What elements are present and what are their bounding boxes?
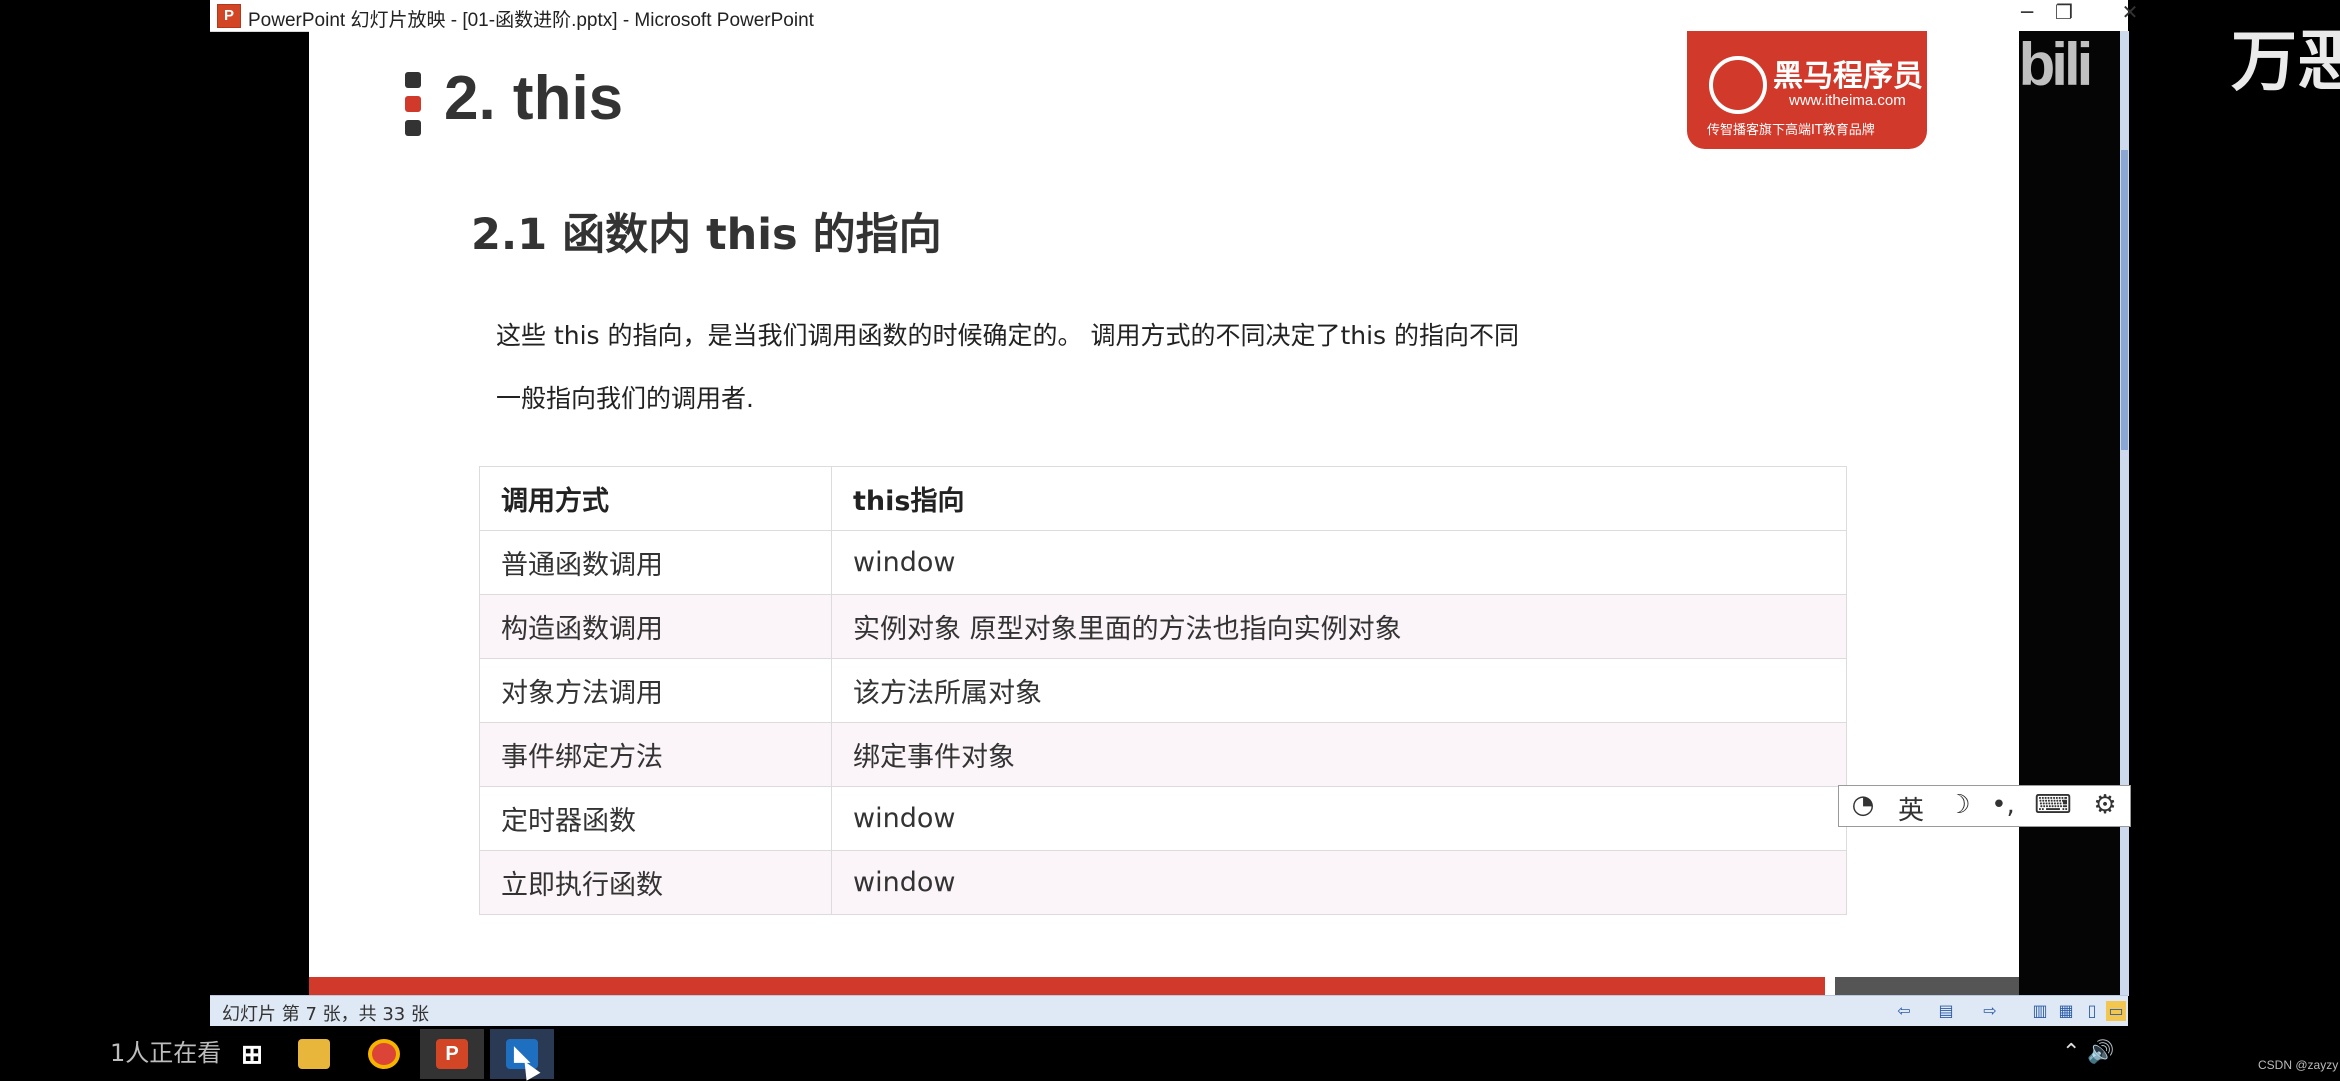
- window-title: PowerPoint 幻灯片放映 - [01-函数进阶.pptx] - Micr…: [248, 10, 814, 31]
- description-paragraph-1: 这些 this 的指向，是当我们调用函数的时候确定的。 调用方式的不同决定了th…: [496, 321, 1520, 350]
- table-row: 构造函数调用 实例对象 原型对象里面的方法也指向实例对象: [479, 594, 1847, 659]
- keyboard-icon[interactable]: ⌨: [2033, 790, 2073, 822]
- scrollbar-thumb[interactable]: [2121, 150, 2128, 450]
- ime-toolbar: ◔ 英 ☽ •, ⌨ ⚙: [1838, 785, 2131, 827]
- table-cell: 绑定事件对象: [831, 722, 1847, 787]
- section-subtitle: 2.1 函数内 this 的指向: [471, 210, 942, 260]
- description-paragraph-2: 一般指向我们的调用者.: [496, 384, 754, 413]
- table-row: 立即执行函数 window: [479, 850, 1847, 915]
- slide-sorter-icon[interactable]: ▦: [2056, 1001, 2076, 1021]
- previous-slide-icon[interactable]: ⇦: [1894, 1001, 1914, 1021]
- table-cell: 对象方法调用: [479, 658, 832, 723]
- slide-footer-red-bar: [309, 977, 1825, 996]
- slideshow-icon[interactable]: ▭: [2106, 1001, 2126, 1021]
- table-cell: 该方法所属对象: [831, 658, 1847, 723]
- table-cell: 立即执行函数: [479, 850, 832, 915]
- ime-logo-icon[interactable]: ◔: [1843, 790, 1883, 822]
- header-this-target: this指向: [831, 466, 1847, 531]
- right-black-strip: [2019, 31, 2120, 996]
- table-header-row: 调用方式 this指向: [479, 466, 1847, 531]
- file-explorer-icon[interactable]: [282, 1029, 346, 1079]
- window-title-bar: P PowerPoint 幻灯片放映 - [01-函数进阶.pptx] - Mi…: [210, 0, 2138, 32]
- close-button[interactable]: ✕: [2100, 0, 2160, 31]
- slide-counter: 幻灯片 第 7 张，共 33 张: [222, 1004, 429, 1025]
- reading-view-icon[interactable]: ▯: [2082, 1001, 2102, 1021]
- normal-view-icon[interactable]: ▥: [2030, 1001, 2050, 1021]
- punctuation-icon[interactable]: •,: [1983, 790, 2023, 822]
- status-bar: 幻灯片 第 7 张，共 33 张 ⇦ ▤ ⇨ ▥ ▦ ▯ ▭: [210, 995, 2128, 1027]
- logo-url: www.itheima.com: [1789, 92, 1906, 109]
- moon-icon[interactable]: ☽: [1939, 790, 1979, 822]
- system-tray[interactable]: ⌃ 🔊: [2062, 1040, 2115, 1065]
- table-cell: 普通函数调用: [479, 530, 832, 595]
- gear-icon[interactable]: ⚙: [2085, 790, 2125, 822]
- table-cell: window: [831, 786, 1847, 851]
- slide-footer-grey-bar: [1835, 977, 2019, 996]
- table-cell: 定时器函数: [479, 786, 832, 851]
- danmaku-corner-text: 万恶: [2231, 23, 2340, 100]
- itheima-logo: 黑马程序员 www.itheima.com 传智播客旗下高端IT教育品牌: [1687, 31, 1927, 149]
- table-cell: 构造函数调用: [479, 594, 832, 659]
- logo-tagline: 传智播客旗下高端IT教育品牌: [1707, 123, 1875, 138]
- table-cell: 实例对象 原型对象里面的方法也指向实例对象: [831, 594, 1847, 659]
- csdn-credit: CSDN @zayzy: [2258, 1058, 2339, 1072]
- title-bullet-icon: [405, 72, 421, 136]
- viewer-count: 1人正在看: [110, 1039, 222, 1067]
- table-cell: window: [831, 850, 1847, 915]
- taskbar: [0, 1026, 2340, 1080]
- table-row: 普通函数调用 window: [479, 530, 1847, 595]
- table-cell: 事件绑定方法: [479, 722, 832, 787]
- slide-title: 2. this: [444, 64, 624, 133]
- bilibili-watermark: bilibili: [1948, 31, 2093, 98]
- powerpoint-app-icon[interactable]: P: [217, 4, 241, 28]
- this-binding-table: 调用方式 this指向 普通函数调用 window 构造函数调用 实例对象 原型…: [479, 466, 1847, 915]
- chrome-icon[interactable]: [352, 1029, 416, 1079]
- table-row: 对象方法调用 该方法所属对象: [479, 658, 1847, 723]
- slide[interactable]: 2. this 黑马程序员 www.itheima.com 传智播客旗下高端IT…: [309, 31, 2019, 996]
- header-call-method: 调用方式: [479, 466, 832, 531]
- logo-name: 黑马程序员: [1773, 60, 1923, 93]
- slide-menu-icon[interactable]: ▤: [1936, 1001, 1956, 1021]
- table-cell: window: [831, 530, 1847, 595]
- powerpoint-taskbar-icon[interactable]: P: [420, 1029, 484, 1079]
- logo-emblem-icon: [1709, 56, 1767, 114]
- restore-button[interactable]: ❐: [2034, 0, 2094, 31]
- table-row: 定时器函数 window: [479, 786, 1847, 851]
- windows-start-icon[interactable]: ⊞: [220, 1029, 284, 1079]
- ime-language-toggle[interactable]: 英: [1891, 790, 1931, 826]
- table-row: 事件绑定方法 绑定事件对象: [479, 722, 1847, 787]
- next-slide-icon[interactable]: ⇨: [1980, 1001, 2000, 1021]
